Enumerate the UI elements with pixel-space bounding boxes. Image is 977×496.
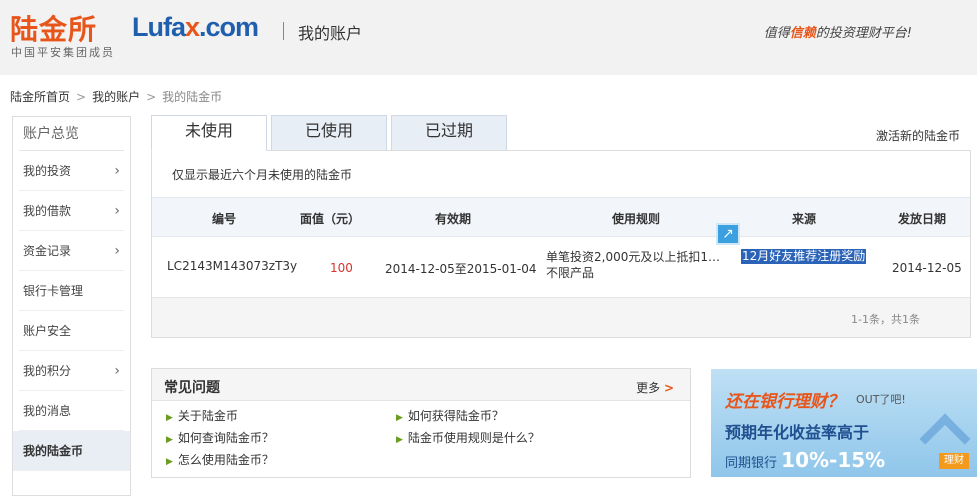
promo-banner[interactable]: 还在银行理财？ OUT了吧! 预期年化收益率高于 同期银行 10%-15% 理财 [711, 369, 977, 477]
sidebar-item-bank-cards[interactable]: 银行卡管理 [19, 271, 124, 311]
breadcrumb: 陆金所首页 > 我的账户 > 我的陆金币 [10, 88, 222, 105]
column-header-id: 编号 [212, 212, 237, 226]
notice-text: 仅显示最近六个月未使用的陆金币 [172, 168, 353, 182]
bullet-icon: ▶ [396, 435, 403, 445]
coin-rule-line1: 单笔投资2,000元及以上抵扣1… [546, 250, 720, 264]
faq-question[interactable]: ▶ 如何获得陆金币？ [396, 407, 504, 424]
column-header-rule: 使用规则 [612, 212, 661, 226]
sidebar-item-fund-records[interactable]: 资金记录 › [19, 231, 124, 271]
slogan-part-a: 值得 [763, 26, 790, 41]
chevron-right-icon: > [663, 381, 674, 395]
logo-en-suffix: .com [199, 12, 259, 42]
tab-unused[interactable]: 未使用 [151, 115, 267, 151]
breadcrumb-separator: > [146, 90, 157, 104]
tab-expired[interactable]: 已过期 [391, 115, 507, 151]
sidebar-item-security[interactable]: 账户安全 [19, 311, 124, 351]
faq-question-label: 陆金币使用规则是什么？ [407, 431, 540, 445]
logo-english[interactable]: Lufax.com [132, 12, 259, 43]
faq-question-label: 如何获得陆金币？ [407, 409, 504, 423]
faq-question-label: 关于陆金币 [177, 409, 238, 423]
banner-rate-label: 同期银行 [725, 456, 778, 471]
faq-question[interactable]: ▶ 怎么使用陆金币？ [166, 451, 274, 468]
coin-id: LC2143M143073zT3y [167, 259, 298, 273]
sidebar-item-label: 我的投资 [23, 164, 72, 178]
breadcrumb-home-link[interactable]: 陆金所首页 [10, 90, 70, 104]
sidebar-account-overview[interactable]: 账户总览 [19, 117, 124, 151]
faq-more-link[interactable]: 更多 > [636, 379, 674, 396]
logo-en-x: x [185, 12, 200, 42]
faq-box: 常见问题 更多 > ▶ 关于陆金币 ▶ 如何获得陆金币？ ▶ 如何查询陆金币？ ▶ 陆金… [151, 368, 691, 478]
banner-out-text: OUT了吧! [856, 393, 906, 406]
breadcrumb-separator: > [76, 90, 87, 104]
bullet-icon: ▶ [166, 435, 173, 445]
pager-bar: 1-1条，共1条 [152, 297, 970, 337]
logo-en-part: Lufa [132, 12, 186, 42]
faq-title: 常见问题 [164, 380, 220, 396]
chevron-right-icon: › [114, 363, 120, 379]
header-title: 我的账户 [298, 24, 363, 43]
sidebar-item-label: 银行卡管理 [23, 284, 84, 298]
pager-text: 1-1条，共1条 [851, 313, 920, 326]
faq-question[interactable]: ▶ 关于陆金币 [166, 407, 238, 424]
share-icon[interactable]: ↗ [716, 223, 740, 245]
sidebar-item-points[interactable]: 我的积分 › [19, 351, 124, 391]
banner-subline: 预期年化收益率高于 [725, 423, 870, 442]
coin-validity: 2014-12-05至2015-01-04 [385, 262, 537, 276]
banner-rate-value: 10%-15% [781, 448, 886, 472]
banner-headline: 还在银行理财？ [725, 392, 844, 412]
sidebar-item-messages[interactable]: 我的消息 [19, 391, 124, 431]
coin-value: 100 [330, 261, 353, 275]
column-header-value: 面值（元） [300, 212, 361, 226]
sidebar-item-label: 我的积分 [23, 364, 72, 378]
sidebar-item-lujin-coins[interactable]: 我的陆金币 [13, 431, 130, 471]
faq-question[interactable]: ▶ 如何查询陆金币？ [166, 429, 274, 446]
header-divider [283, 22, 284, 40]
table-header: 编号 面值（元） 有效期 使用规则 来源 发放日期 [152, 197, 970, 237]
page-header: 陆金所 Lufax.com 中国平安集团成员 我的账户 值得信赖的投资理财平台! [0, 0, 977, 75]
banner-rate: 同期银行 10%-15% [725, 448, 885, 472]
column-header-validity: 有效期 [435, 212, 472, 226]
coin-issue-date: 2014-12-05 [892, 261, 962, 275]
coin-rule: 单笔投资2,000元及以上抵扣1… 不限产品 [546, 249, 724, 281]
faq-question[interactable]: ▶ 陆金币使用规则是什么？ [396, 429, 540, 446]
activate-coin-link[interactable]: 激活新的陆金币 [876, 127, 960, 144]
sidebar-item-label: 我的陆金币 [23, 444, 84, 458]
chevron-right-icon: › [114, 243, 120, 259]
breadcrumb-account-link[interactable]: 我的账户 [92, 90, 140, 104]
sidebar-item-label: 我的消息 [23, 404, 72, 418]
tab-used[interactable]: 已使用 [271, 115, 387, 151]
slogan-part-b: 的投资理财平台! [815, 26, 912, 41]
bullet-icon: ▶ [166, 413, 173, 423]
header-slogan: 值得信赖的投资理财平台! [764, 22, 912, 41]
sidebar: 账户总览 我的投资 › 我的借款 › 资金记录 › 银行卡管理 账户安全 我的积分 › … [12, 116, 131, 496]
sidebar-item-label: 我的借款 [23, 204, 72, 218]
faq-header: 常见问题 更多 > [152, 369, 690, 401]
slogan-highlight: 信赖 [789, 26, 816, 41]
logo-chinese[interactable]: 陆金所 [10, 8, 97, 48]
bullet-icon: ▶ [166, 457, 173, 467]
column-header-source: 来源 [792, 212, 817, 226]
faq-more-label: 更多 [636, 381, 661, 395]
coin-table-panel: 仅显示最近六个月未使用的陆金币 编号 面值（元） 有效期 使用规则 来源 发放日… [151, 150, 971, 338]
column-header-date: 发放日期 [898, 212, 947, 226]
coin-rule-line2: 不限产品 [546, 266, 595, 280]
faq-question-label: 怎么使用陆金币？ [177, 453, 274, 467]
banner-tag: 理财 [939, 453, 969, 469]
logo-subtitle: 中国平安集团成员 [11, 46, 115, 59]
chevron-right-icon: › [114, 203, 120, 219]
chevron-right-icon: › [114, 163, 120, 179]
faq-question-label: 如何查询陆金币？ [177, 431, 274, 445]
sidebar-item-loans[interactable]: 我的借款 › [19, 191, 124, 231]
sidebar-item-label: 资金记录 [23, 244, 72, 258]
breadcrumb-current: 我的陆金币 [162, 90, 223, 104]
sidebar-item-label: 账户安全 [23, 324, 72, 338]
sidebar-item-investment[interactable]: 我的投资 › [19, 151, 124, 191]
bullet-icon: ▶ [396, 413, 403, 423]
coin-source: 12月好友推荐注册奖励 [741, 249, 867, 264]
